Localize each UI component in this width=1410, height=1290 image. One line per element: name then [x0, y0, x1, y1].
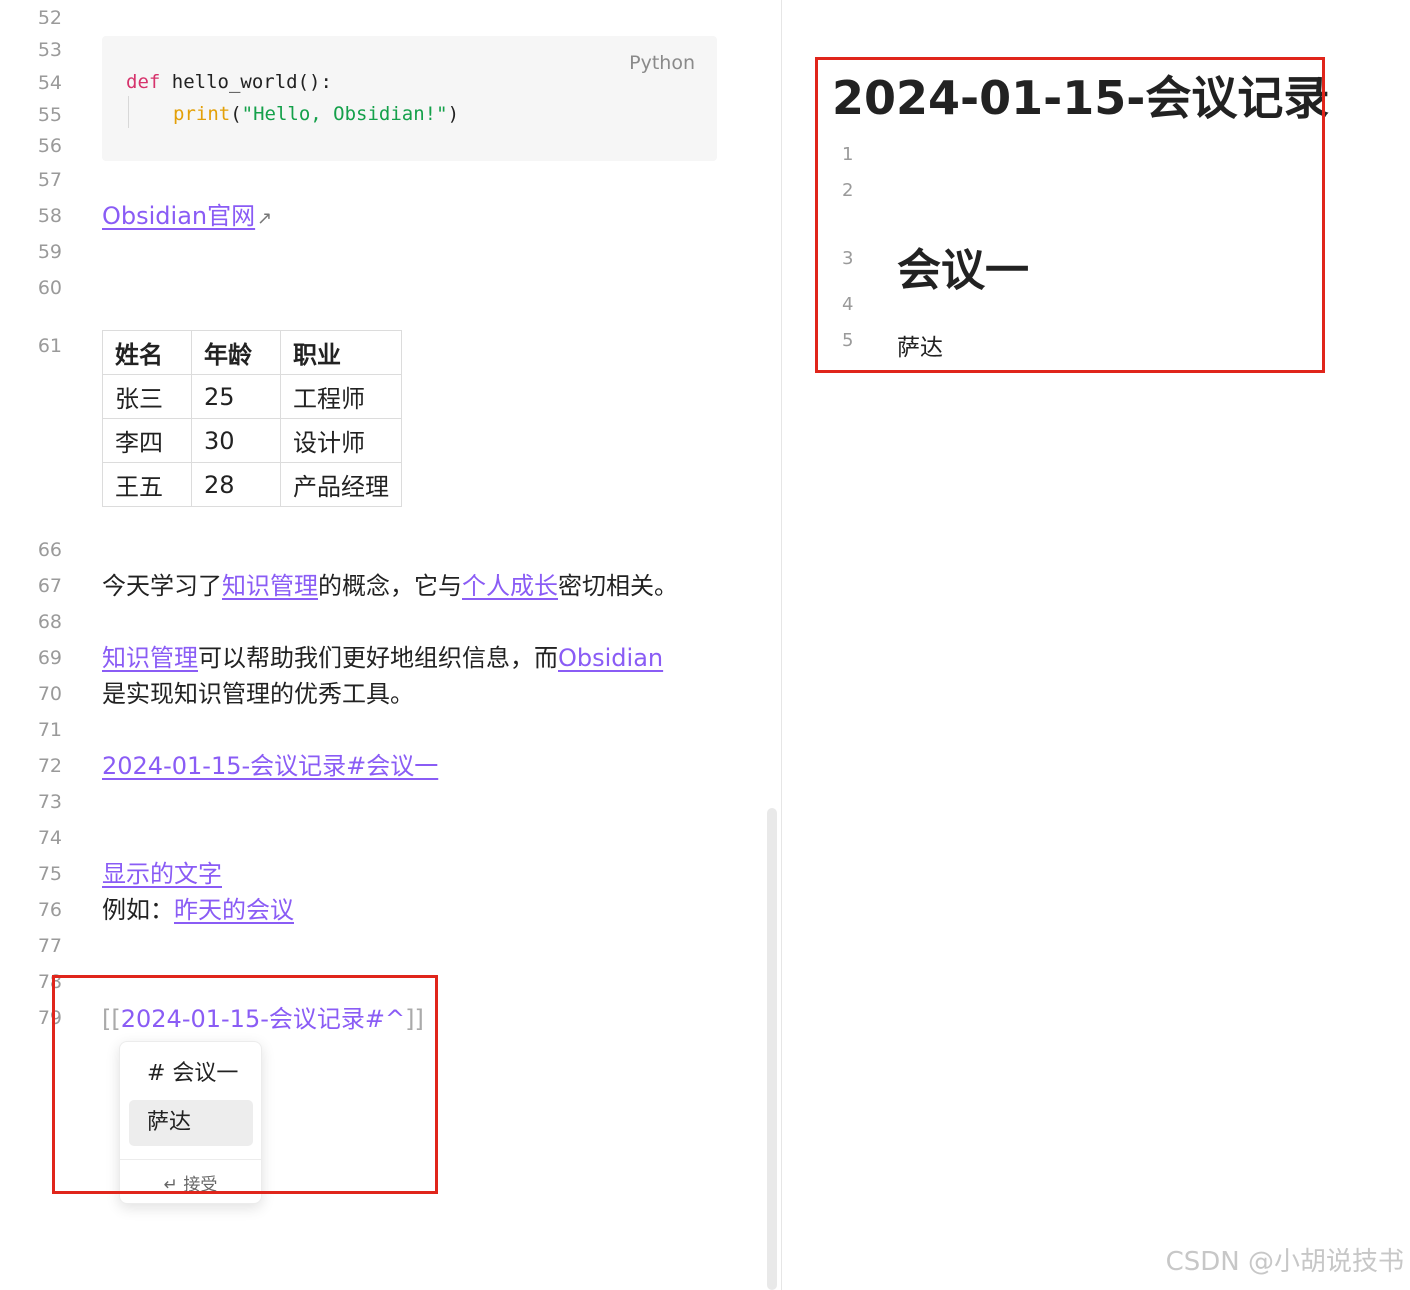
line-number: 61	[37, 335, 62, 357]
table-header-cell[interactable]: 职业	[280, 330, 402, 375]
code-function-signature: hello_world():	[160, 71, 332, 93]
table-header-cell[interactable]: 年龄	[191, 330, 281, 375]
line-number: 72	[37, 755, 62, 777]
display-text-link[interactable]: 显示的文字	[102, 860, 222, 888]
code-line-def[interactable]: def hello_world():	[126, 71, 332, 93]
line-number: 68	[37, 611, 62, 633]
code-line-print[interactable]: print("Hello, Obsidian!")	[173, 103, 459, 125]
table-row: 李四 30 设计师	[102, 418, 402, 463]
line-number: 67	[37, 575, 62, 597]
line-number: 66	[37, 539, 62, 561]
paragraph-line-70: 是实现知识管理的优秀工具。	[102, 680, 414, 708]
line-number: 71	[37, 719, 62, 741]
people-table: 姓名 年龄 职业 张三 25 工程师 李四 30 设计师 王五 28 产品经理	[102, 330, 402, 507]
code-string: "Hello, Obsidian!"	[241, 103, 448, 125]
alias-link-line: 显示的文字	[102, 859, 222, 889]
line-number: 76	[37, 899, 62, 921]
obsidian-link[interactable]: Obsidian	[558, 644, 663, 672]
table-cell[interactable]: 设计师	[280, 418, 402, 463]
preview-pane: 2024-01-15-会议记录 1 2 3 4 5 会议一 萨达 CSDN @小…	[782, 0, 1410, 1290]
code-paren: )	[447, 103, 460, 125]
text-run: 例如：	[102, 896, 174, 924]
line-number: 77	[37, 935, 62, 957]
text-run: 的概念，它与	[318, 572, 462, 600]
table-cell[interactable]: 工程师	[280, 374, 402, 419]
knowledge-management-link[interactable]: 知识管理	[222, 572, 318, 600]
table-header-row: 姓名 年龄 职业	[102, 330, 402, 375]
code-keyword: def	[126, 71, 161, 93]
indent-guide	[128, 96, 129, 128]
yesterday-meeting-link[interactable]: 昨天的会议	[174, 896, 294, 924]
text-run: 密切相关。	[558, 572, 678, 600]
line-number: 75	[37, 863, 62, 885]
meeting-heading-link[interactable]: 2024-01-15-会议记录#会议一	[102, 752, 438, 780]
personal-growth-link[interactable]: 个人成长	[462, 572, 558, 600]
paragraph-line-69: 知识管理可以帮助我们更好地组织信息，而Obsidian	[102, 643, 663, 673]
table-cell[interactable]: 李四	[102, 418, 192, 463]
watermark: CSDN @小胡说技书	[1165, 1247, 1404, 1277]
table-row: 张三 25 工程师	[102, 374, 402, 419]
table-header-cell[interactable]: 姓名	[102, 330, 192, 375]
line-number: 60	[37, 277, 62, 299]
table-cell[interactable]: 产品经理	[280, 462, 402, 507]
annotation-box	[52, 975, 438, 1194]
code-block[interactable]: Python def hello_world(): print("Hello, …	[102, 36, 717, 161]
line-number: 56	[37, 135, 62, 157]
line-number: 53	[37, 39, 62, 61]
line-number: 74	[37, 827, 62, 849]
example-line: 例如：昨天的会议	[102, 895, 294, 925]
knowledge-management-link[interactable]: 知识管理	[102, 644, 198, 672]
editor-pane: 52 53 54 55 56 57 58 59 60 61 66 67 68 6…	[0, 0, 780, 1290]
code-builtin: print	[173, 103, 231, 125]
code-paren: (	[230, 103, 242, 125]
line-number: 55	[37, 104, 62, 126]
paragraph-line-67: 今天学习了知识管理的概念，它与个人成长密切相关。	[102, 571, 678, 601]
line-number: 57	[37, 169, 62, 191]
table-cell[interactable]: 张三	[102, 374, 192, 419]
text-run: 今天学习了	[102, 572, 222, 600]
text-run: 可以帮助我们更好地组织信息，而	[198, 644, 558, 672]
annotation-box	[815, 57, 1325, 373]
line-number: 58	[37, 205, 62, 227]
scrollbar-thumb[interactable]	[767, 808, 777, 1290]
table-cell[interactable]: 25	[191, 374, 281, 419]
line-number: 73	[37, 791, 62, 813]
line-number: 69	[37, 647, 62, 669]
table-cell[interactable]: 28	[191, 462, 281, 507]
obsidian-site-line: Obsidian官网 ↗	[102, 201, 272, 234]
line-number: 52	[37, 8, 62, 24]
external-link-icon: ↗	[257, 208, 273, 229]
table-cell[interactable]: 30	[191, 418, 281, 463]
line-number: 59	[37, 241, 62, 263]
line-number: 70	[37, 683, 62, 705]
heading-link-line: 2024-01-15-会议记录#会议一	[102, 751, 438, 781]
code-language-label: Python	[629, 52, 695, 74]
table-row: 王五 28 产品经理	[102, 462, 402, 507]
table-cell[interactable]: 王五	[102, 462, 192, 507]
line-number: 54	[37, 72, 62, 94]
obsidian-site-link[interactable]: Obsidian官网	[102, 202, 255, 230]
